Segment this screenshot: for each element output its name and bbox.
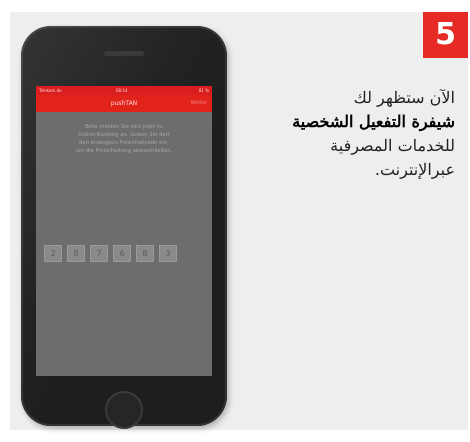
description-line-2: شيفرة التفعيل الشخصية xyxy=(292,112,455,131)
code-digit: 8 xyxy=(67,245,85,262)
activation-code: 2 8 7 6 8 3 xyxy=(44,245,204,262)
description-line-4: عبرالإنترنت. xyxy=(374,160,455,179)
phone-screen: Telekom.de 08:14 81 % pushTAN Weiter Bit… xyxy=(36,86,212,376)
earpiece-speaker xyxy=(104,51,144,56)
step-badge: 5 xyxy=(423,12,468,58)
code-digit: 7 xyxy=(90,245,108,262)
app-title: pushTAN xyxy=(110,100,138,107)
carrier-label: Telekom.de xyxy=(39,88,62,93)
instruction-line: um die Freischaltung abzuschließen. xyxy=(75,148,173,154)
step-description: الآن ستظهر لك شيفرة التفعيل الشخصية للخد… xyxy=(245,86,455,182)
code-digit: 6 xyxy=(113,245,131,262)
instruction-line: den erzeugten Freischaltcode ein, xyxy=(79,140,169,146)
instruction-line: Bitte melden Sie sich jetzt im xyxy=(85,124,163,130)
instruction-text: Bitte melden Sie sich jetzt im Online-Ba… xyxy=(54,123,194,155)
battery-label: 81 % xyxy=(198,88,209,93)
description-line-1: الآن ستظهر لك xyxy=(353,88,455,107)
status-time: 08:14 xyxy=(116,88,128,93)
front-camera xyxy=(118,38,125,45)
instruction-line: Online-Banking an. Geben Sie dort xyxy=(78,132,170,138)
app-nav-bar: pushTAN Weiter xyxy=(36,95,212,112)
status-bar: Telekom.de 08:14 81 % xyxy=(36,86,212,95)
code-digit: 8 xyxy=(136,245,154,262)
description-line-3: للخدمات المصرفية xyxy=(330,136,455,155)
code-digit: 3 xyxy=(159,245,177,262)
next-button[interactable]: Weiter xyxy=(191,95,207,112)
home-button xyxy=(105,391,143,429)
code-digit: 2 xyxy=(44,245,62,262)
